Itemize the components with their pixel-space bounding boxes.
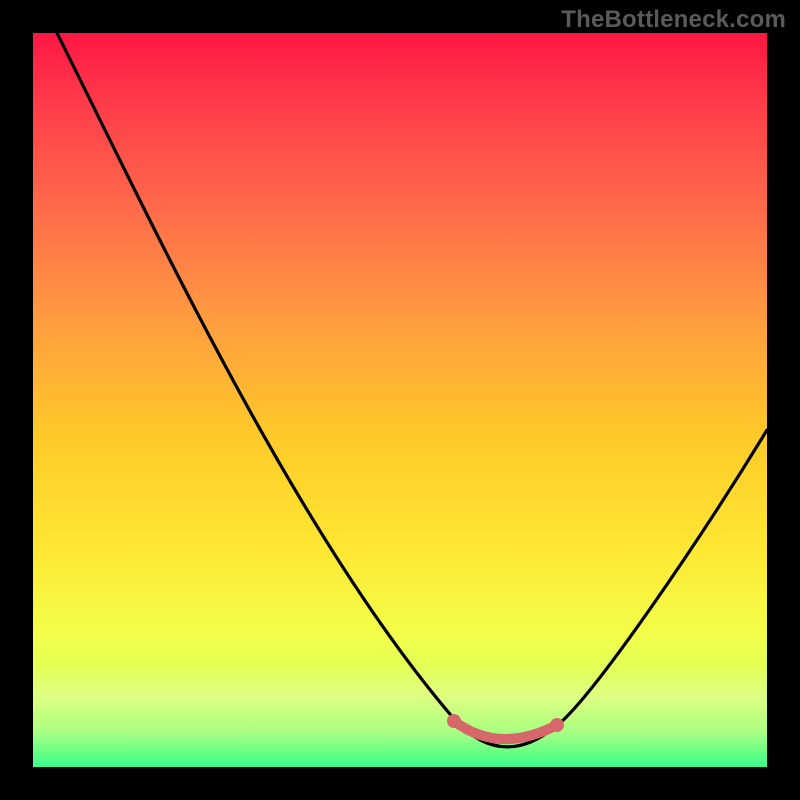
chart-container: TheBottleneck.com	[0, 0, 800, 800]
watermark-text: TheBottleneck.com	[561, 6, 786, 34]
plot-area	[33, 33, 767, 767]
trough-marker-right	[550, 718, 564, 732]
trough-marker-left	[447, 714, 461, 728]
bottleneck-chart	[0, 0, 800, 800]
plot-band	[33, 665, 767, 755]
